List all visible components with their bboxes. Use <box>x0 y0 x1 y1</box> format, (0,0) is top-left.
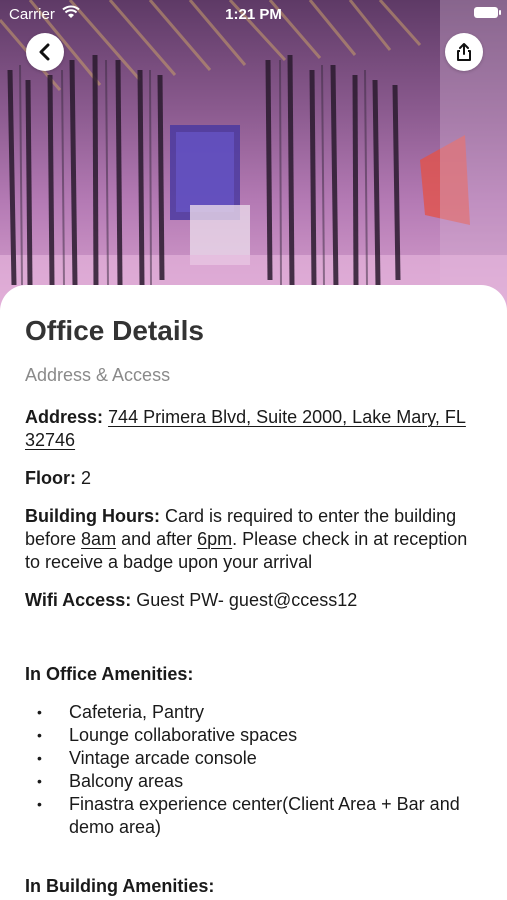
list-item: Lounge collaborative spaces <box>0 724 470 747</box>
list-item: Cafeteria, Pantry <box>0 701 470 724</box>
building-hours-row: Building Hours: Card is required to ente… <box>25 505 485 574</box>
status-bar: Carrier 1:21 PM <box>0 0 507 28</box>
back-button[interactable] <box>26 33 64 71</box>
wifi-label: Wifi Access: <box>25 590 132 610</box>
chevron-left-icon <box>39 43 50 61</box>
list-item: Finastra experience center(Client Area +… <box>0 793 470 839</box>
office-hero-image <box>0 0 507 310</box>
floor-value: 2 <box>81 468 92 488</box>
page-title: Office Details <box>25 315 204 346</box>
status-time: 1:21 PM <box>225 6 282 23</box>
in-building-amenities-heading: In Building Amenities: <box>25 876 215 896</box>
office-photo-illustration <box>0 0 507 310</box>
in-office-amenities-list: Cafeteria, Pantry Lounge collaborative s… <box>0 701 470 839</box>
floor-label: Floor: <box>25 468 76 488</box>
list-item: Vintage arcade console <box>0 747 470 770</box>
building-hours-label: Building Hours: <box>25 506 160 526</box>
battery-icon <box>474 7 501 18</box>
list-item: Balcony areas <box>0 770 470 793</box>
share-icon <box>457 43 471 61</box>
office-details-sheet: Office Details Address & Access Address:… <box>0 285 507 900</box>
address-row: Address: 744 Primera Blvd, Suite 2000, L… <box>25 406 485 452</box>
section-subtitle: Address & Access <box>25 365 171 385</box>
wifi-row: Wifi Access: Guest PW- guest@ccess12 <box>25 589 485 612</box>
hours-time-8am[interactable]: 8am <box>81 529 116 549</box>
hours-time-6pm[interactable]: 6pm <box>197 529 232 549</box>
floor-row: Floor: 2 <box>25 467 485 490</box>
in-office-amenities-heading: In Office Amenities: <box>25 664 194 684</box>
address-label: Address: <box>25 407 104 427</box>
share-button[interactable] <box>445 33 483 71</box>
wifi-value: Guest PW- guest@ccess12 <box>136 590 358 610</box>
hours-text-2: and after <box>116 529 198 549</box>
